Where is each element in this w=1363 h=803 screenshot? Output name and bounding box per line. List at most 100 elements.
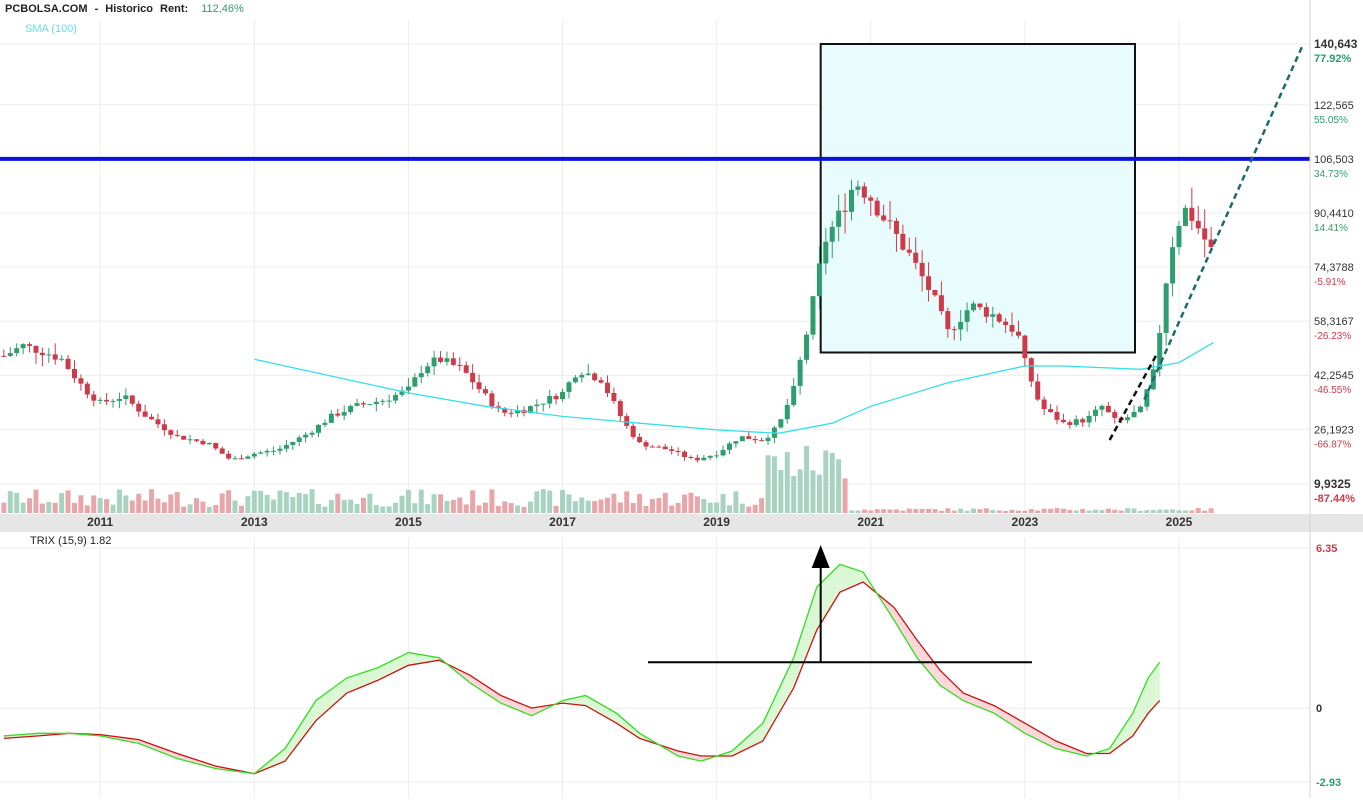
volume-bar <box>965 511 970 513</box>
volume-bar <box>104 499 109 513</box>
volume-bar <box>316 504 321 513</box>
trix-fill-segment <box>506 698 508 706</box>
volume-bar <box>220 493 225 513</box>
candle-body <box>881 215 886 220</box>
site-name[interactable]: PCBOLSA.COM <box>5 3 88 15</box>
volume-bar <box>348 499 353 513</box>
volume-bar <box>862 510 867 513</box>
candle-body <box>155 419 160 424</box>
volume-bar <box>451 500 456 513</box>
candle-body <box>168 430 173 435</box>
candle-body <box>798 360 803 386</box>
volume-bar <box>881 509 886 513</box>
volume-bar <box>213 505 218 513</box>
trix-fill-segment <box>588 697 590 708</box>
trix-fill-segment <box>839 565 841 594</box>
volume-bar <box>509 503 514 513</box>
trix-fill-segment <box>593 699 595 710</box>
volume-bar <box>599 500 604 513</box>
volume-bar <box>8 491 13 513</box>
volume-bar <box>78 495 83 513</box>
trix-fill-segment <box>355 675 357 690</box>
volume-bar <box>1029 509 1034 513</box>
candle-body <box>78 378 83 383</box>
trix-fill-segment <box>1036 730 1038 740</box>
volume-bar <box>990 510 995 513</box>
trix-fill-segment <box>422 655 424 663</box>
candle-body <box>258 452 263 453</box>
trix-fill-segment <box>1027 725 1029 736</box>
volume-bar <box>977 509 982 513</box>
volume-bar <box>688 493 693 513</box>
trix-fill-segment <box>372 669 374 683</box>
trix-fill-segment <box>352 676 354 691</box>
rent-value: 112,46% <box>201 3 244 15</box>
volume-bar <box>207 507 212 513</box>
volume-bar <box>541 489 546 513</box>
candle-body <box>310 433 315 435</box>
volume-bar <box>27 498 32 513</box>
time-tick-label: 2019 <box>703 515 730 529</box>
candle-body <box>1093 410 1098 416</box>
volume-bar <box>322 507 327 513</box>
candle-body <box>316 425 321 433</box>
candle-body <box>740 436 745 441</box>
volume-bar <box>1157 510 1162 513</box>
volume-bar <box>284 492 289 513</box>
trix-fill-segment <box>580 696 582 705</box>
trix-fill-segment <box>428 656 430 662</box>
candle-body <box>489 393 494 406</box>
trix-fill-segment <box>386 663 388 676</box>
trix-fill-segment <box>850 568 852 588</box>
candle-body <box>213 443 218 448</box>
trix-fill-segment <box>374 669 376 682</box>
trix-fill-segment <box>583 696 585 706</box>
volume-bar <box>708 503 713 513</box>
trix-fill-segment <box>357 674 359 689</box>
candle-body <box>733 441 738 443</box>
trix-fill-segment <box>363 672 365 686</box>
candle-body <box>284 445 289 449</box>
trix-fill-segment <box>1130 714 1132 737</box>
volume-bar <box>746 507 751 513</box>
candle-body <box>265 451 270 452</box>
candle-body <box>907 250 912 253</box>
trix-fill-segment <box>600 704 602 715</box>
volume-bar <box>432 494 437 513</box>
trix-fill-segment <box>838 565 840 596</box>
candle-body <box>483 389 488 393</box>
trix-tick-label: -2.93 <box>1316 777 1341 789</box>
trix-fill-segment <box>348 677 350 693</box>
trix-fill-segment <box>508 698 510 706</box>
candle-body <box>1067 422 1072 425</box>
candle-body <box>239 458 244 459</box>
trix-fill-segment <box>397 658 399 671</box>
trix-fill-segment <box>942 673 944 688</box>
volume-bar <box>900 511 905 513</box>
candle-body <box>875 201 880 216</box>
trix-fill-segment <box>341 681 343 698</box>
volume-bar <box>380 506 385 513</box>
candle-body <box>1189 208 1194 221</box>
candle-body <box>631 426 636 437</box>
candle-body <box>926 276 931 290</box>
trix-fill-segment <box>611 710 613 721</box>
trix-fill-segment <box>326 692 328 712</box>
trix-title: TRIX (15,9) 1.82 <box>30 535 111 547</box>
volume-bar <box>342 500 347 513</box>
trix-fill-segment <box>395 658 397 671</box>
candle-body <box>329 414 334 423</box>
candle-body <box>233 458 238 459</box>
candle-body <box>66 359 71 369</box>
trix-fill-segment <box>385 664 387 677</box>
volume-bar <box>1010 510 1015 513</box>
candle-body <box>367 404 372 405</box>
trix-fill-segment <box>576 697 578 704</box>
volume-bar <box>1209 508 1214 513</box>
candle-body <box>952 329 957 330</box>
volume-bar <box>586 501 591 513</box>
trix-fill-segment <box>528 707 530 715</box>
trix-fill-segment <box>608 708 610 719</box>
candle-body <box>123 395 128 399</box>
trix-fill-segment <box>856 570 858 585</box>
